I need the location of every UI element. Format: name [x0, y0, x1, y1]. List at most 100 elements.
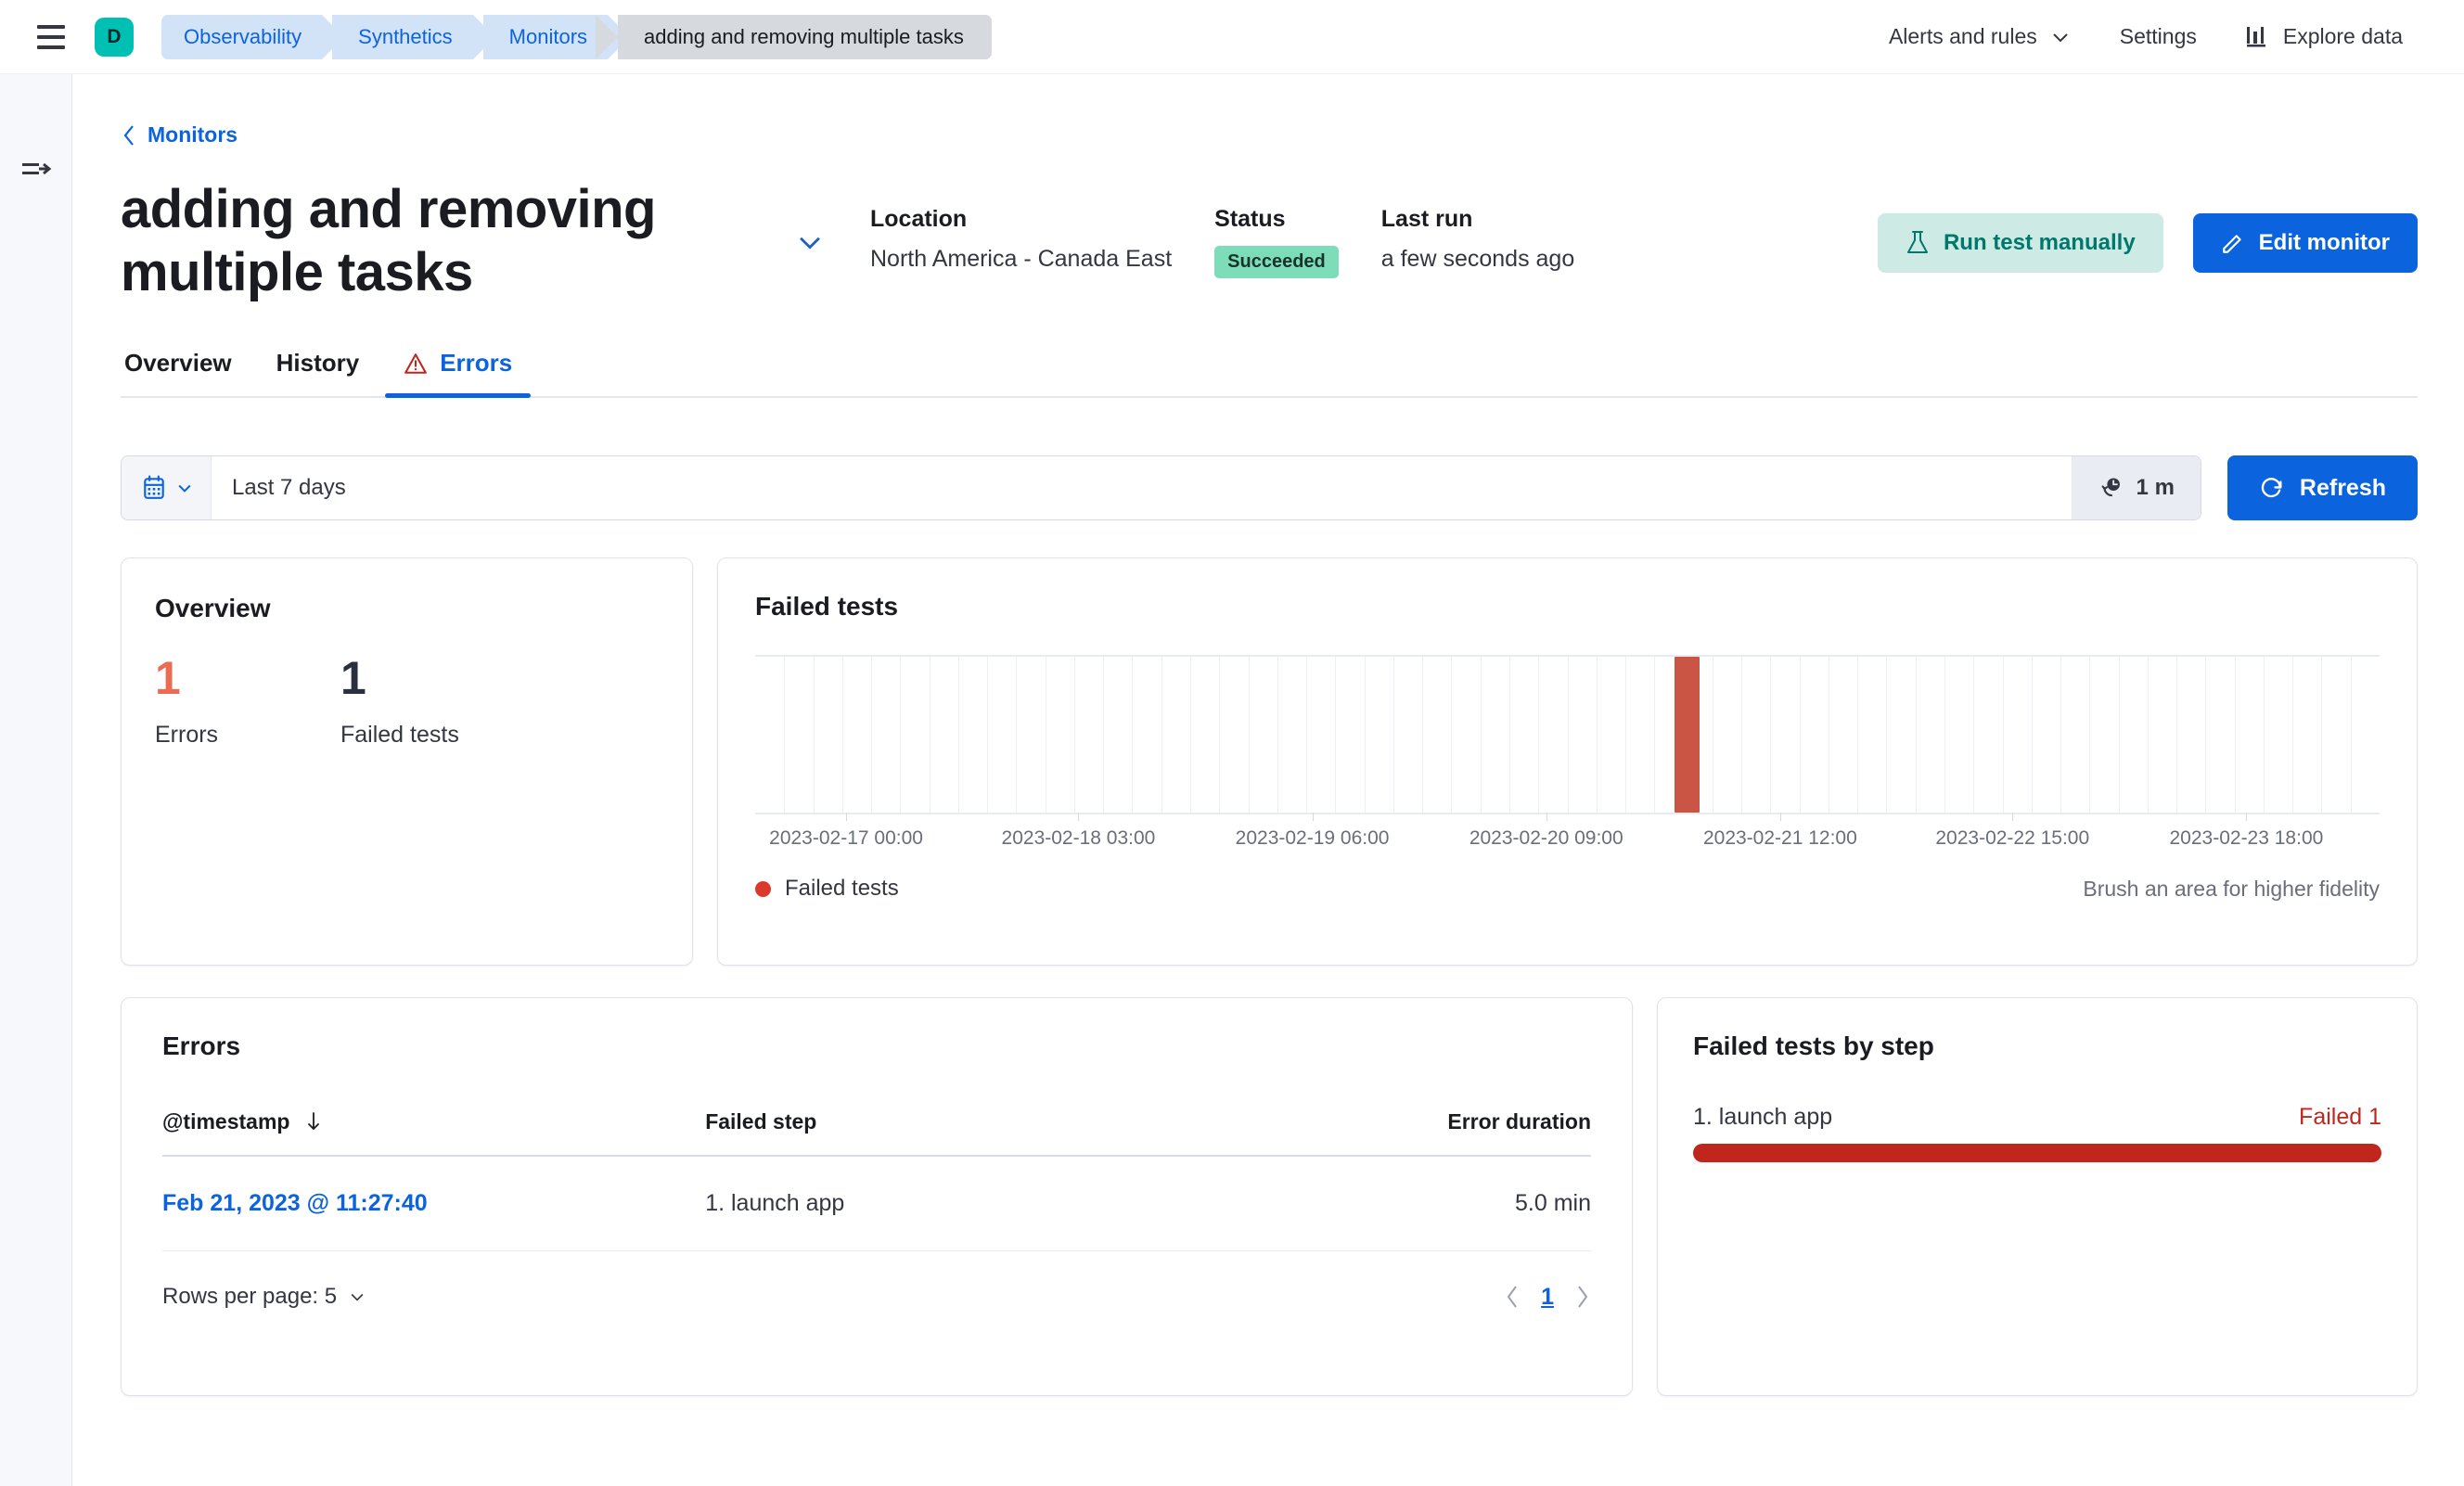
chart-gridline: [1625, 657, 1627, 813]
alerts-and-rules-menu[interactable]: Alerts and rules: [1865, 24, 2096, 49]
cell-failed-step: 1. launch app: [705, 1156, 1234, 1252]
top-navigation-bar: D Observability Synthetics Monitors addi…: [0, 0, 2464, 74]
cell-timestamp: Feb 21, 2023 @ 11:27:40: [162, 1156, 706, 1252]
chart-x-tick-label: 2023-02-19 06:00: [1235, 827, 1390, 850]
breadcrumb-item-monitors[interactable]: Monitors: [482, 14, 631, 59]
chart-gridline: [1973, 657, 1975, 813]
time-range-bar: Last 7 days 1 m Refresh: [121, 455, 2418, 521]
pagination: 1: [1504, 1283, 1591, 1311]
rows-per-page-select[interactable]: Rows per page: 5: [162, 1284, 366, 1310]
breadcrumb-item-current[interactable]: adding and removing multiple tasks: [596, 14, 992, 59]
column-header-failed-step[interactable]: Failed step: [705, 1109, 1234, 1158]
meta-location-label: Location: [870, 205, 968, 232]
date-picker[interactable]: Last 7 days 1 m: [121, 455, 2201, 521]
rows-per-page-label: Rows per page: 5: [162, 1284, 338, 1310]
chevron-right-icon[interactable]: [1574, 1283, 1591, 1311]
timestamp-link[interactable]: Feb 21, 2023 @ 11:27:40: [162, 1190, 428, 1216]
chart-gridline: [1596, 657, 1598, 813]
back-to-monitors-link[interactable]: Monitors: [121, 122, 237, 147]
meta-status: Status Succeeded: [1214, 206, 1339, 278]
chart-gridline: [1364, 657, 1366, 813]
tab-overview-label: Overview: [124, 349, 232, 378]
breadcrumb: Observability Synthetics Monitors adding…: [161, 14, 992, 59]
stat-errors: 1 Errors: [155, 655, 340, 749]
main-content-area: Monitors adding and removing multiple ta…: [72, 74, 2464, 1486]
column-header-error-duration[interactable]: Error duration: [1233, 1109, 1591, 1158]
failed-tests-by-step-panel: Failed tests by step 1. launch app Faile…: [1657, 997, 2418, 1397]
hamburger-menu-icon[interactable]: [32, 18, 71, 57]
chart-gridline: [2089, 657, 2091, 813]
warning-triangle-icon: [404, 353, 428, 374]
edit-monitor-button[interactable]: Edit monitor: [2192, 212, 2418, 273]
stat-failed-tests-label: Failed tests: [340, 722, 459, 749]
column-header-timestamp[interactable]: @timestamp: [162, 1109, 706, 1158]
failed-tests-bar-chart[interactable]: [755, 655, 2380, 822]
edit-monitor-label: Edit monitor: [2258, 229, 2390, 255]
dashboard-row-top: Overview 1 Errors 1 Failed tests Failed …: [121, 557, 2418, 967]
chart-gridline: [2060, 657, 2062, 813]
hamburger-bar: [37, 45, 65, 49]
chart-footer: Failed tests Brush an area for higher fi…: [755, 876, 2380, 902]
settings-link[interactable]: Settings: [2096, 24, 2221, 49]
chart-gridline: [1073, 657, 1075, 813]
explore-data-link[interactable]: Explore data: [2221, 24, 2427, 49]
chart-x-tick-label: 2023-02-22 15:00: [1935, 827, 2090, 850]
tab-errors[interactable]: Errors: [381, 349, 534, 399]
run-test-manually-button[interactable]: Run test manually: [1877, 212, 2163, 273]
tab-history[interactable]: History: [254, 349, 382, 396]
status-badge: Succeeded: [1214, 245, 1339, 278]
chevron-down-icon: [2053, 32, 2068, 42]
left-sidebar-rail: [0, 74, 72, 1486]
errors-table: @timestamp Failed step Error duration Fe…: [162, 1109, 1591, 1252]
back-link-label: Monitors: [148, 122, 238, 147]
chart-legend[interactable]: Failed tests: [755, 876, 899, 902]
chart-gridline: [1538, 657, 1540, 813]
stat-errors-value: 1: [155, 652, 181, 705]
meta-status-label: Status: [1214, 205, 1286, 232]
chart-gridline: [2118, 657, 2120, 813]
breadcrumb-item-synthetics[interactable]: Synthetics: [332, 14, 495, 59]
meta-location-value: North America - Canada East: [870, 245, 1173, 272]
breadcrumb-item-observability[interactable]: Observability: [161, 14, 345, 59]
meta-location: Location North America - Canada East: [870, 206, 1172, 273]
step-row: 1. launch app Failed 1: [1693, 1104, 2381, 1131]
sort-descending-icon: [307, 1112, 319, 1131]
chart-gridline: [1335, 657, 1337, 813]
page-number-1[interactable]: 1: [1541, 1284, 1554, 1311]
chart-gridline: [1944, 657, 1945, 813]
failed-tests-chart-panel: Failed tests 2023-02-17 00:00 2023-02-18 …: [717, 557, 2418, 967]
collapse-sidebar-icon[interactable]: [20, 158, 52, 186]
cell-error-duration: 5.0 min: [1233, 1156, 1591, 1252]
refresh-interval-button[interactable]: 1 m: [2071, 456, 2201, 520]
chevron-left-icon[interactable]: [1504, 1283, 1521, 1311]
refresh-button-label: Refresh: [2299, 474, 2386, 501]
monitor-meta-group: Location North America - Canada East Sta…: [870, 206, 1617, 278]
chart-gridline: [1132, 657, 1134, 813]
chart-bar[interactable]: [1675, 657, 1700, 813]
avatar[interactable]: D: [95, 17, 134, 57]
legend-label: Failed tests: [785, 876, 899, 902]
title-chevron-down-icon[interactable]: [794, 226, 826, 263]
chart-gridline: [2031, 657, 2033, 813]
brush-hint-text: Brush an area for higher fidelity: [2083, 876, 2380, 901]
table-row: Feb 21, 2023 @ 11:27:40 1. launch app 5.…: [162, 1156, 1591, 1252]
tab-errors-label: Errors: [440, 349, 513, 378]
failed-tests-panel-title: Failed tests: [755, 592, 899, 621]
calendar-icon: [144, 475, 164, 500]
chart-x-tick-label: 2023-02-18 03:00: [1001, 827, 1156, 850]
tab-history-label: History: [276, 349, 360, 378]
column-header-error-duration-label: Error duration: [1447, 1109, 1591, 1134]
tab-overview[interactable]: Overview: [121, 349, 254, 396]
date-picker-quick-select[interactable]: [122, 456, 212, 520]
chart-gridline: [2176, 657, 2178, 813]
chart-gridline: [871, 657, 873, 813]
chart-gridline: [1508, 657, 1510, 813]
alerts-and-rules-label: Alerts and rules: [1888, 24, 2037, 48]
hamburger-bar: [37, 24, 65, 29]
refresh-button[interactable]: Refresh: [2227, 455, 2418, 521]
date-range-input[interactable]: Last 7 days: [212, 456, 2072, 520]
meta-last-run: Last run a few seconds ago: [1381, 206, 1574, 273]
meta-last-run-label: Last run: [1380, 205, 1473, 232]
errors-panel-title: Errors: [162, 1031, 241, 1061]
chart-x-tick-label: 2023-02-21 12:00: [1702, 827, 1857, 850]
